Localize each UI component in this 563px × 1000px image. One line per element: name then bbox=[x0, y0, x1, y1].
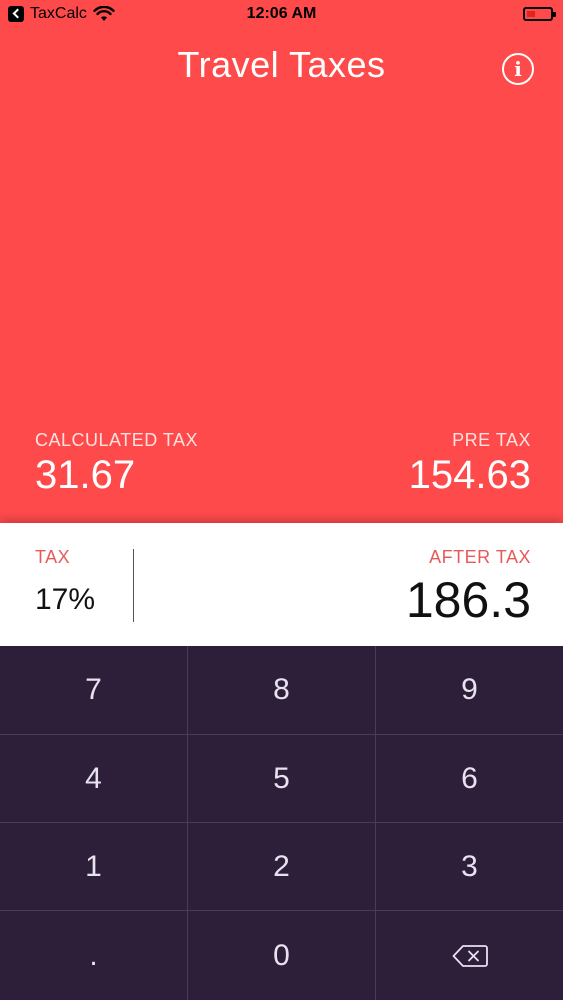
result-panel: TAX 17% AFTER TAX 186.3 bbox=[0, 523, 563, 646]
tax-rate-label: TAX bbox=[35, 547, 71, 567]
key-8[interactable]: 8 bbox=[188, 646, 376, 735]
tax-rate-value[interactable]: 17% bbox=[35, 583, 95, 617]
battery-icon bbox=[523, 7, 556, 21]
calculated-tax-value: 31.67 bbox=[35, 453, 136, 497]
info-button[interactable]: i bbox=[502, 53, 534, 85]
info-icon: i bbox=[514, 57, 522, 81]
battery-level bbox=[527, 11, 535, 17]
key-3[interactable]: 3 bbox=[376, 823, 563, 911]
keypad: 7 8 9 4 5 6 1 2 3 . 0 bbox=[0, 646, 563, 1000]
key-7[interactable]: 7 bbox=[0, 646, 188, 735]
calculated-tax-label: CALCULATED TAX bbox=[35, 430, 199, 450]
pre-tax-label: PRE TAX bbox=[452, 430, 531, 450]
pre-tax-value[interactable]: 154.63 bbox=[409, 453, 531, 498]
status-time: 12:06 AM bbox=[246, 5, 317, 22]
backspace-button[interactable] bbox=[376, 911, 563, 1000]
page-title: Travel Taxes bbox=[177, 44, 386, 85]
key-2[interactable]: 2 bbox=[188, 823, 376, 911]
key-0[interactable]: 0 bbox=[188, 911, 376, 1000]
divider bbox=[133, 549, 134, 622]
header-panel: TaxCalc 12:06 AM Travel Taxes i CALCULAT… bbox=[0, 0, 563, 523]
key-4[interactable]: 4 bbox=[0, 735, 188, 823]
key-5[interactable]: 5 bbox=[188, 735, 376, 823]
after-tax-label: AFTER TAX bbox=[429, 547, 531, 567]
key-9[interactable]: 9 bbox=[376, 646, 563, 735]
after-tax-value: 186.3 bbox=[405, 572, 531, 628]
key-1[interactable]: 1 bbox=[0, 823, 188, 911]
status-bar: TaxCalc 12:06 AM bbox=[0, 0, 563, 30]
key-decimal[interactable]: . bbox=[0, 911, 188, 1000]
key-6[interactable]: 6 bbox=[376, 735, 563, 823]
backspace-icon bbox=[452, 944, 488, 967]
